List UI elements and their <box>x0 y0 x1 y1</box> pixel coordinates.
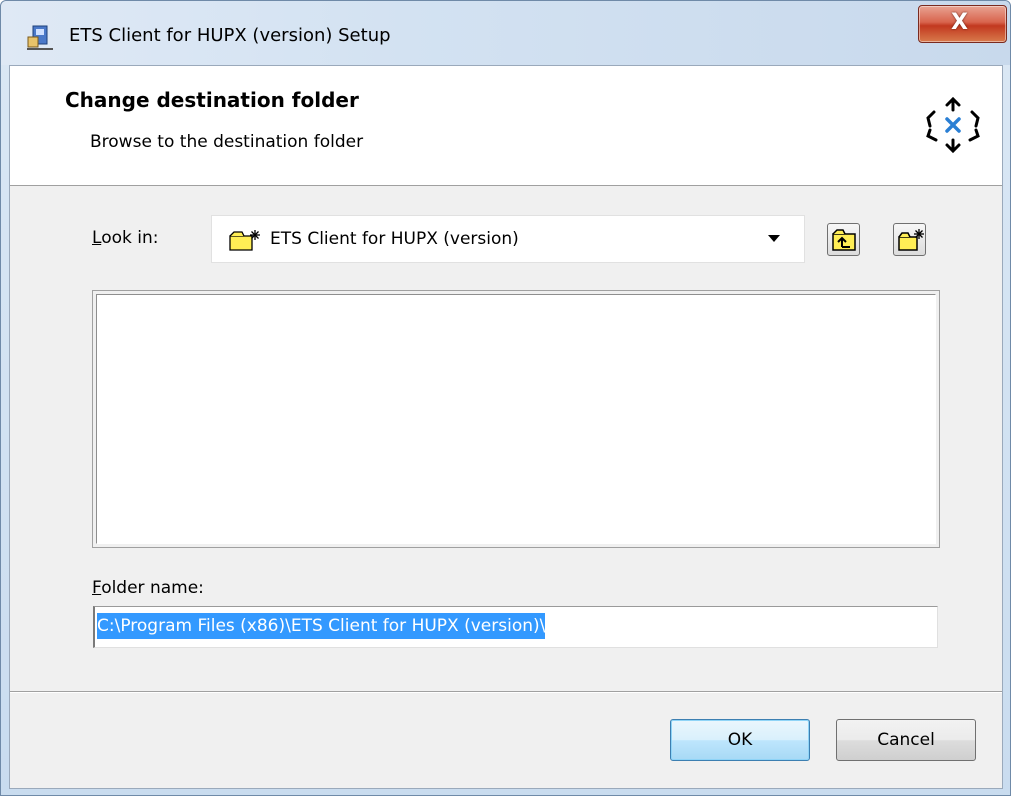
look-in-label: Look in: <box>92 228 159 248</box>
folder-list-area[interactable] <box>96 294 936 544</box>
dialog-body: Change destination folder Browse to the … <box>9 65 1003 789</box>
folder-name-label: Folder name: <box>92 578 204 598</box>
cancel-button[interactable]: Cancel <box>836 719 976 761</box>
up-one-level-button[interactable] <box>827 223 860 256</box>
title-bar[interactable]: ETS Client for HUPX (version) Setup X <box>1 1 1010 65</box>
folder-list[interactable] <box>92 290 940 548</box>
ok-button[interactable]: OK <box>670 719 810 761</box>
close-icon: X <box>951 10 968 35</box>
window-title: ETS Client for HUPX (version) Setup <box>69 25 391 46</box>
folder-name-field[interactable]: C:\Program Files (x86)\ETS Client for HU… <box>93 606 938 648</box>
new-folder-icon <box>898 229 924 251</box>
setup-dialog-window: ETS Client for HUPX (version) Setup X Ch… <box>0 0 1011 796</box>
footer-divider <box>10 691 1002 692</box>
page-title: Change destination folder <box>65 88 359 112</box>
folder-name-value[interactable]: C:\Program Files (x86)\ETS Client for HU… <box>97 613 546 639</box>
new-folder-icon <box>229 230 260 251</box>
installer-icon <box>27 25 53 50</box>
look-in-dropdown[interactable]: ETS Client for HUPX (version) <box>211 215 805 263</box>
header-banner: Change destination folder Browse to the … <box>10 66 1002 186</box>
close-button[interactable]: X <box>918 5 1007 43</box>
arrows-cross-logo-icon <box>926 96 980 154</box>
create-new-folder-button[interactable] <box>893 223 926 256</box>
page-subtitle: Browse to the destination folder <box>90 132 364 152</box>
folder-up-icon <box>832 229 856 251</box>
chevron-down-icon[interactable] <box>768 235 780 242</box>
look-in-value: ETS Client for HUPX (version) <box>270 229 519 249</box>
